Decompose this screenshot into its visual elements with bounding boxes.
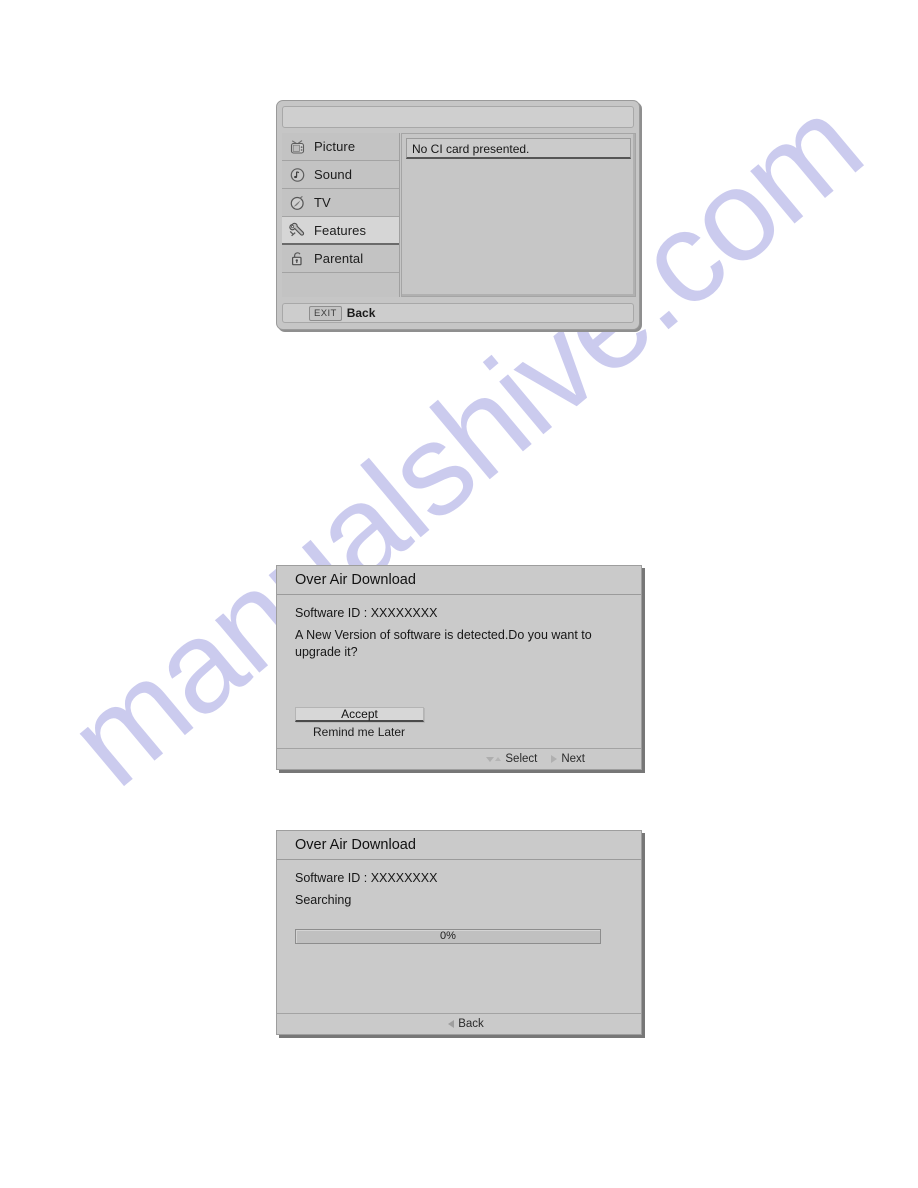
menu-footer-back-label[interactable]: Back (347, 306, 376, 320)
menu-title-bar (282, 106, 634, 128)
select-hint: Select (486, 753, 537, 765)
television-icon (288, 138, 308, 156)
sidebar-item-tv[interactable]: TV (282, 189, 399, 217)
sidebar-label-parental: Parental (314, 251, 364, 266)
sidebar-item-sound[interactable]: Sound (282, 161, 399, 189)
remind-me-later-option[interactable]: Remind me Later (295, 725, 475, 739)
ci-card-status-message[interactable]: No CI card presented. (406, 138, 631, 159)
oad-prompt-message: A New Version of software is detected.Do… (295, 628, 592, 659)
sidebar-item-features[interactable]: Features (282, 217, 399, 245)
sidebar-label-sound: Sound (314, 167, 353, 182)
sidebar-item-parental[interactable]: Parental (282, 245, 399, 273)
lock-icon (288, 250, 308, 268)
wrench-icon (288, 221, 308, 239)
sidebar-item-picture[interactable]: Picture (282, 133, 399, 161)
oad-progress-software-id: Software ID : XXXXXXXX (295, 871, 438, 885)
oad-prompt-choices: Accept Remind me Later (295, 707, 475, 739)
exit-key-badge: EXIT (309, 305, 342, 321)
left-arrow-icon (448, 1020, 455, 1028)
sidebar-label-tv: TV (314, 195, 331, 210)
settings-menu-dialog: Picture Sound TV Features Parental No CI… (276, 100, 640, 330)
over-air-download-progress-dialog: Over Air Download Software ID : XXXXXXXX… (276, 830, 642, 1035)
sidebar-label-features: Features (314, 222, 367, 238)
oad-prompt-body: Software ID : XXXXXXXX A New Version of … (277, 595, 641, 745)
oad-prompt-software-id: Software ID : XXXXXXXX (295, 606, 438, 620)
progress-bar-label: 0% (440, 930, 456, 942)
back-hint[interactable]: Back (448, 1018, 484, 1030)
menu-footer-bar: EXIT Back (282, 303, 634, 323)
menu-sidebar: Picture Sound TV Features Parental (282, 133, 400, 297)
oad-progress-status: Searching (295, 893, 352, 907)
oad-prompt-title: Over Air Download (277, 566, 641, 595)
over-air-download-prompt-dialog: Over Air Download Software ID : XXXXXXXX… (276, 565, 642, 770)
speaker-icon (288, 166, 308, 184)
oad-progress-body: Software ID : XXXXXXXX Searching 0% (277, 860, 641, 1010)
menu-body: Picture Sound TV Features Parental No CI… (282, 133, 636, 297)
menu-content-panel: No CI card presented. (401, 133, 636, 297)
next-hint: Next (551, 753, 585, 765)
up-down-arrow-icon (486, 756, 502, 762)
accept-button[interactable]: Accept (295, 707, 424, 722)
download-progress-bar: 0% (295, 929, 601, 944)
right-arrow-icon (551, 755, 558, 763)
sidebar-filler (282, 273, 399, 297)
next-hint-label: Next (561, 753, 585, 765)
back-hint-label: Back (458, 1018, 484, 1030)
sidebar-label-picture: Picture (314, 139, 356, 154)
select-hint-label: Select (505, 753, 538, 765)
oad-prompt-footer: Select Next (277, 748, 641, 769)
oad-progress-footer: Back (277, 1013, 641, 1034)
oad-progress-title: Over Air Download (277, 831, 641, 860)
antenna-icon (288, 194, 308, 212)
